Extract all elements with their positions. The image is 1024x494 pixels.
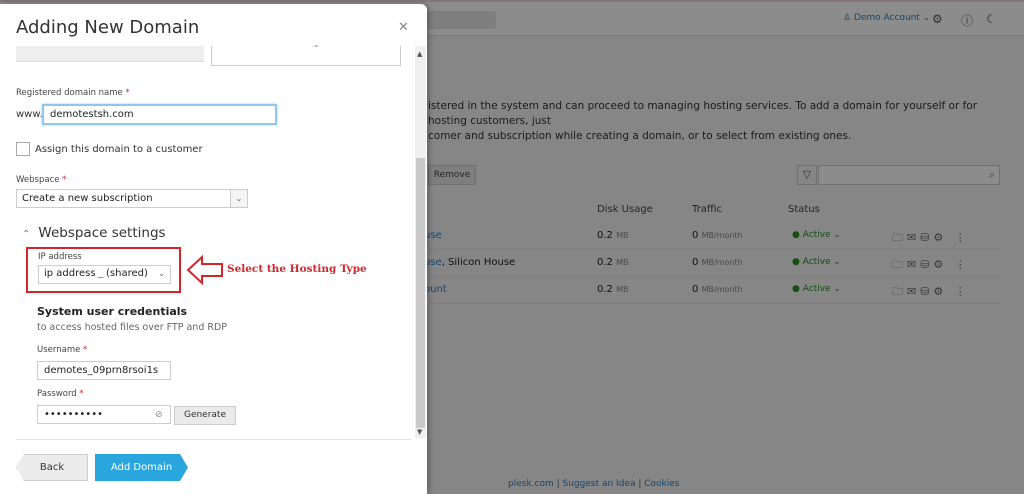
annotation-text: Select the Hosting Type xyxy=(227,263,367,275)
close-icon[interactable]: ✕ xyxy=(398,20,409,35)
redaction-mark: ‿ xyxy=(97,269,105,278)
webspace-select[interactable]: Create a new subscription ⌄ xyxy=(16,189,248,208)
chevron-down-icon[interactable]: ⌄ xyxy=(230,190,247,207)
chevron-down-icon: ⌄ xyxy=(158,269,165,278)
username-label: Username * xyxy=(37,345,88,355)
password-label-text: Password xyxy=(37,389,77,399)
back-button[interactable]: Back xyxy=(16,454,88,481)
assign-customer-label[interactable]: Assign this domain to a customer xyxy=(35,144,203,155)
registered-domain-label: Registered domain name * xyxy=(16,88,130,98)
ip-address-value: ip address xyxy=(44,268,96,279)
divider xyxy=(16,439,411,440)
generate-password-button[interactable]: Generate xyxy=(174,406,236,425)
hosting-option-tile[interactable] xyxy=(16,46,204,62)
hosting-option-tile[interactable]: ⌄ xyxy=(211,40,401,66)
password-label: Password * xyxy=(37,389,84,399)
webspace-label-text: Webspace xyxy=(16,175,60,185)
ip-address-label: IP address xyxy=(38,252,82,262)
username-label-text: Username xyxy=(37,345,81,355)
scroll-thumb[interactable] xyxy=(416,158,425,428)
webspace-settings-toggle[interactable]: ⌃ Webspace settings xyxy=(22,225,166,241)
domain-name-input[interactable]: demotestsh.com xyxy=(42,104,277,125)
show-password-icon[interactable]: ⊘ xyxy=(155,410,163,420)
credentials-subtitle: to access hosted files over FTP and RDP xyxy=(37,322,228,333)
scroll-up-icon[interactable]: ▲ xyxy=(417,50,422,58)
webspace-settings-title: Webspace settings xyxy=(38,225,166,241)
password-input[interactable]: •••••••••• xyxy=(37,405,171,424)
www-prefix: www. xyxy=(16,109,43,120)
ip-address-highlight: IP address ip address ‿ (shared) ⌄ xyxy=(26,247,181,293)
username-input[interactable]: demotes_09prn8rsoi1s xyxy=(37,361,171,380)
webspace-select-value: Create a new subscription xyxy=(22,193,153,204)
add-domain-dialog: Adding New Domain ✕ ▲ ▼ ⌄ Registered dom… xyxy=(0,4,427,494)
assign-customer-checkbox[interactable] xyxy=(16,142,30,156)
ip-type: (shared) xyxy=(106,268,148,279)
dialog-title: Adding New Domain xyxy=(16,17,200,38)
tile-chevron-icon: ⌄ xyxy=(313,40,320,49)
chevron-up-icon: ⌃ xyxy=(22,229,31,240)
add-domain-button[interactable]: Add Domain xyxy=(95,454,188,481)
credentials-title: System user credentials xyxy=(37,305,188,318)
ip-address-select[interactable]: ip address ‿ (shared) ⌄ xyxy=(38,265,171,284)
scroll-down-icon[interactable]: ▼ xyxy=(417,428,422,436)
annotation-arrow-icon xyxy=(186,254,223,286)
webspace-label: Webspace * xyxy=(16,175,67,185)
dialog-scrollbar[interactable]: ▲ ▼ xyxy=(415,46,426,438)
registered-domain-label-text: Registered domain name xyxy=(16,88,123,98)
